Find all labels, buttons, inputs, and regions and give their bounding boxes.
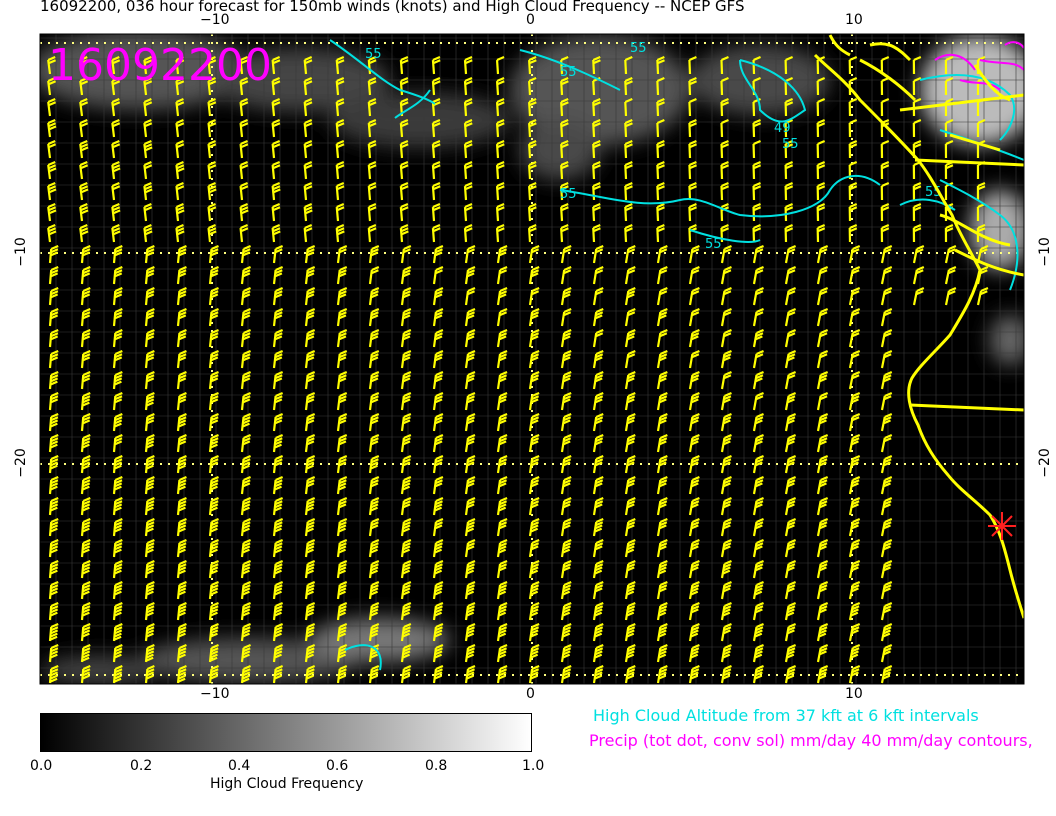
contour-label: 55 bbox=[365, 47, 382, 62]
colorbar-tick-label: 0.0 bbox=[30, 758, 53, 774]
colorbar-tick-label: 0.4 bbox=[228, 758, 251, 774]
colorbar-tick-label: 1.0 bbox=[522, 758, 545, 774]
red-star-station-marker bbox=[988, 512, 1016, 540]
contour-label: 55 bbox=[630, 41, 647, 56]
colorbar-tick-label: 0.8 bbox=[425, 758, 448, 774]
date-stamp: 16092200 bbox=[48, 40, 272, 91]
contour-label: 49 bbox=[774, 121, 791, 136]
contour-label: 55 bbox=[782, 137, 799, 152]
colorbar-title: High Cloud Frequency bbox=[210, 776, 364, 792]
forecast-map: 55 55 55 55 49 55 55 55 bbox=[39, 33, 1025, 685]
contour-label: 55 bbox=[560, 65, 577, 80]
colorbar-tick-label: 0.6 bbox=[326, 758, 349, 774]
contour-label: 55 bbox=[705, 237, 722, 252]
precip-legend: Precip (tot dot, conv sol) mm/day 40 mm/… bbox=[589, 731, 1033, 750]
colorbar bbox=[40, 713, 532, 752]
contour-label: 55 bbox=[560, 187, 577, 202]
cloud-altitude-legend: High Cloud Altitude from 37 kft at 6 kft… bbox=[593, 706, 979, 725]
colorbar-tick-label: 0.2 bbox=[130, 758, 153, 774]
